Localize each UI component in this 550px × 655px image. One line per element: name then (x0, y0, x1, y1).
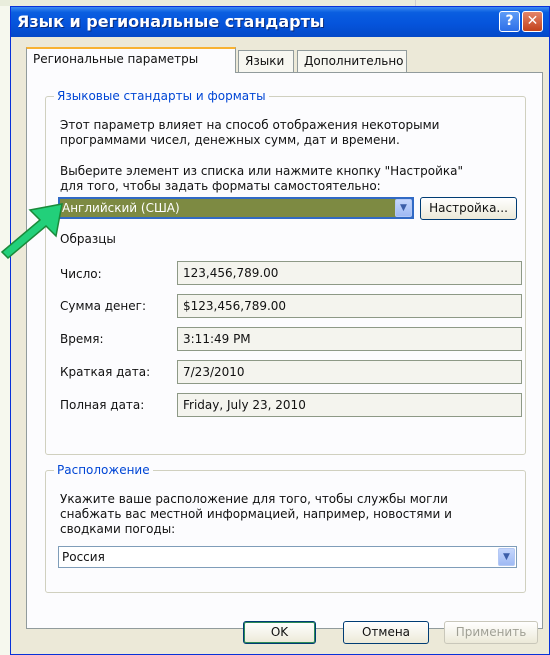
tab-advanced[interactable]: Дополнительно (297, 50, 407, 72)
location-legend: Расположение (54, 463, 153, 477)
sample-number-value: 123,456,789.00 (183, 266, 279, 280)
cancel-label: Отмена (361, 625, 411, 639)
help-icon: ? (505, 13, 514, 29)
apply-button[interactable]: Применить (444, 621, 538, 644)
customize-label: Настройка... (429, 201, 508, 215)
tab-label: Дополнительно (304, 54, 404, 68)
sample-label-time: Время: (60, 332, 104, 346)
sample-label-number: Число: (60, 267, 102, 281)
locale-value: Английский (США) (60, 199, 406, 217)
tab-label: Региональные параметры (33, 52, 199, 66)
close-icon: ✕ (526, 13, 539, 29)
location-value: Россия (62, 550, 105, 564)
chevron-down-icon[interactable]: ▼ (498, 548, 515, 566)
formats-select-hint-line1: Выберите элемент из списка или нажмите к… (60, 164, 464, 178)
sample-number-field: 123,456,789.00 (177, 261, 522, 285)
regional-settings-dialog: Язык и региональные стандарты ? ✕ Регион… (10, 6, 550, 655)
sample-short-date-field: 7/23/2010 (177, 360, 522, 384)
window-title: Язык и региональные стандарты (17, 12, 325, 31)
sample-short-date-value: 7/23/2010 (183, 365, 245, 379)
ok-button[interactable]: OK (243, 621, 316, 644)
formats-select-hint-line2: для того, чтобы задать форматы самостоят… (60, 179, 381, 193)
pointer-arrow-icon (0, 203, 63, 260)
formats-description-line1: Этот параметр влияет на способ отображен… (60, 118, 440, 132)
sample-currency-value: $123,456,789.00 (183, 299, 287, 313)
formats-group: Языковые стандарты и форматы Этот параме… (45, 89, 526, 455)
title-bar[interactable]: Язык и региональные стандарты ? ✕ (11, 7, 549, 37)
close-button[interactable]: ✕ (522, 11, 543, 32)
formats-legend: Языковые стандарты и форматы (54, 89, 269, 103)
help-button[interactable]: ? (499, 11, 520, 32)
sample-label-currency: Сумма денег: (60, 299, 147, 313)
apply-label: Применить (455, 625, 527, 639)
chevron-down-icon[interactable]: ▼ (395, 199, 412, 217)
location-description-line3: сводками погоды: (60, 522, 176, 536)
tab-panel: Языковые стандарты и форматы Этот параме… (26, 72, 543, 629)
cancel-button[interactable]: Отмена (343, 621, 429, 644)
sample-label-short-date: Краткая дата: (60, 365, 151, 379)
customize-button[interactable]: Настройка... (420, 197, 517, 220)
tab-regional-options[interactable]: Региональные параметры (26, 47, 236, 73)
location-group: Расположение Укажите ваше расположение д… (45, 463, 526, 593)
formats-description-line2: программами чисел, денежных сумм, дат и … (60, 133, 400, 147)
ok-label: OK (270, 625, 289, 639)
sample-time-field: 3:11:49 PM (177, 327, 522, 351)
tab-label: Языки (245, 54, 285, 68)
sample-long-date-value: Friday, July 23, 2010 (183, 398, 306, 412)
location-combobox[interactable]: Россия ▼ (58, 546, 517, 568)
location-description-line2: снабжать вас местной информацией, наприм… (60, 507, 452, 521)
locale-combobox[interactable]: Английский (США) ▼ (58, 197, 414, 219)
sample-label-long-date: Полная дата: (60, 398, 145, 412)
sample-currency-field: $123,456,789.00 (177, 294, 522, 318)
sample-long-date-field: Friday, July 23, 2010 (177, 393, 522, 417)
sample-time-value: 3:11:49 PM (183, 332, 251, 346)
location-description-line1: Укажите ваше расположение для того, чтоб… (60, 492, 448, 506)
tab-languages[interactable]: Языки (238, 50, 294, 72)
